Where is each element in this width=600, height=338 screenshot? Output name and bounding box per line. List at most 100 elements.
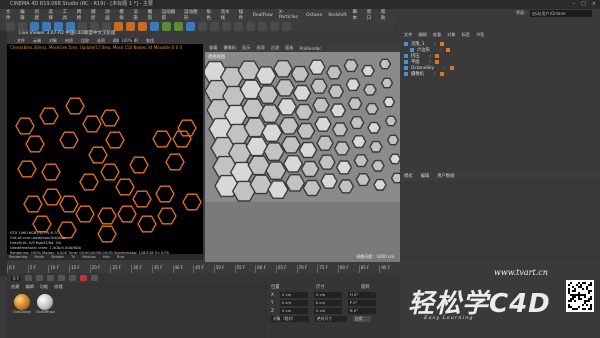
menu-item[interactable]: 工具 (63, 9, 71, 21)
perspective-viewport[interactable]: 透视视图 网格间距：1000 cm (205, 52, 400, 262)
axis-z-icon[interactable] (102, 21, 111, 31)
material-menu-item[interactable]: 创建 (11, 284, 19, 290)
redo-icon[interactable] (18, 21, 27, 31)
render-picture-icon[interactable] (126, 21, 135, 31)
object-menu-item[interactable]: 查看 (433, 32, 441, 38)
attributes-menu-item[interactable]: 用户数据 (437, 173, 454, 179)
coordinate-field-rot[interactable]: H 0° (347, 292, 376, 298)
live-viewer-tab[interactable]: Mode (34, 255, 44, 259)
current-frame[interactable]: 0 F (11, 275, 22, 281)
axis-x-icon[interactable] (78, 21, 87, 31)
menu-item[interactable]: 编辑 (20, 9, 28, 21)
timeline[interactable]: 0 F5 F 10 F 15 F 20 F 25 F 30 F 35 F 40 F 45 F 50… (7, 262, 400, 273)
visibility-check-icon[interactable]: ✓ (439, 48, 443, 53)
live-viewer-menu-item[interactable]: 选项 (97, 38, 105, 44)
goto-end-icon[interactable] (69, 275, 77, 281)
render-view-icon[interactable] (114, 21, 123, 31)
menu-item[interactable]: Redshift (328, 13, 346, 18)
menu-item[interactable]: 渲染 (133, 9, 141, 21)
live-viewer-canvas[interactable] (7, 44, 203, 260)
deformer-icon[interactable] (198, 21, 207, 31)
size-mode-select[interactable]: 绝对尺寸 (315, 316, 347, 322)
menu-item[interactable]: 帮助 (381, 9, 389, 21)
maximize-icon[interactable]: □ (581, 1, 586, 7)
play-icon[interactable] (47, 275, 55, 281)
live-viewer-tab[interactable]: Rendering (9, 255, 27, 259)
coordinate-field-size[interactable]: 0 cm (313, 308, 342, 314)
pen-icon[interactable] (162, 21, 171, 31)
menu-item[interactable]: 窗口 (367, 9, 375, 21)
menu-item[interactable]: 文件 (6, 9, 14, 21)
menu-item[interactable]: 模拟 (119, 9, 127, 21)
object-row[interactable]: 摄像机 ✓ (404, 71, 596, 77)
live-viewer-menu-item[interactable]: 文件 (17, 38, 25, 44)
scale-icon[interactable] (54, 21, 63, 31)
cube-icon[interactable] (150, 21, 159, 31)
menu-item[interactable]: 捕捉 (91, 9, 99, 21)
live-viewer-menu-item[interactable]: 材质 (65, 38, 73, 44)
menu-item[interactable]: 网格 (77, 9, 85, 21)
live-viewer-menu-item[interactable]: 查找 (146, 38, 154, 44)
live-viewer-menu-item[interactable]: 对象 (49, 38, 57, 44)
material-swatch[interactable]: OctDiffuse (36, 294, 55, 314)
object-menu-item[interactable]: 文件 (404, 32, 412, 38)
live-viewer-zoom[interactable]: 100% (119, 38, 135, 43)
move-icon[interactable] (42, 21, 51, 31)
realflow-icon[interactable] (258, 21, 267, 31)
octane-icon[interactable] (246, 21, 255, 31)
viewport-menu-item[interactable]: ProRender (300, 46, 322, 51)
visibility-check-icon[interactable]: ✓ (433, 42, 437, 47)
object-menu-item[interactable]: 编辑 (418, 32, 426, 38)
material-menu-item[interactable]: 编辑 (25, 284, 33, 290)
material-menu-item[interactable]: 纹理 (54, 284, 62, 290)
axis-y-icon[interactable] (90, 21, 99, 31)
coordinate-field-pos[interactable]: 0 cm (279, 300, 308, 306)
menu-item[interactable]: RealFlow (253, 13, 273, 18)
viewport-menu-item[interactable]: 面板 (285, 45, 293, 51)
live-viewer-menu-item[interactable]: 比较 (81, 38, 89, 44)
live-viewer-tab[interactable]: Rnd (117, 255, 124, 259)
coordinate-field-pos[interactable]: 0 cm (279, 308, 308, 314)
prev-frame-icon[interactable] (36, 275, 44, 281)
visibility-check-icon[interactable]: ✓ (429, 60, 433, 65)
menu-item[interactable]: 运动跟踪 (162, 9, 178, 21)
object-menu-item[interactable]: 对象 (447, 32, 455, 38)
menu-item[interactable]: 运动图形 (184, 9, 200, 21)
coordinate-field-size[interactable]: 0 cm (313, 292, 342, 298)
visibility-check-icon[interactable]: ✓ (429, 54, 433, 59)
camera-icon[interactable] (222, 21, 231, 31)
menu-item[interactable]: Octane (306, 13, 322, 18)
coordinate-mode-select[interactable]: 对象（相对） (271, 316, 309, 322)
floor-icon[interactable] (210, 21, 219, 31)
menu-item[interactable]: 选择 (48, 9, 56, 21)
subdivision-icon[interactable] (174, 21, 183, 31)
visibility-check-icon[interactable]: ✓ (443, 66, 447, 71)
light-icon[interactable] (234, 21, 243, 31)
next-frame-icon[interactable] (58, 275, 66, 281)
close-icon[interactable]: × (592, 1, 596, 7)
live-viewer-tab[interactable]: Tri (71, 255, 75, 259)
menu-item[interactable]: 雕刻 (148, 9, 156, 21)
coordinate-field-rot[interactable]: B 0° (347, 308, 376, 314)
rotate-icon[interactable] (66, 21, 75, 31)
material-swatch[interactable]: OctGlossy (13, 294, 31, 314)
viewport-menu-item[interactable]: 选项 (256, 45, 264, 51)
menu-item[interactable]: 流水线 (221, 9, 233, 21)
viewport-menu-item[interactable]: 查看 (209, 45, 217, 51)
apply-button[interactable]: 应用 (353, 316, 371, 322)
viewport-menu-item[interactable]: 摄像机 (223, 45, 236, 51)
coordinate-field-size[interactable]: 0 cm (313, 300, 342, 306)
live-viewer-tab[interactable]: Render (51, 255, 64, 259)
attributes-menu-item[interactable]: 模式 (404, 173, 413, 179)
minimize-icon[interactable]: – (573, 1, 576, 7)
menu-item[interactable]: 创建 (34, 9, 42, 21)
menu-item[interactable]: 动画 (105, 9, 113, 21)
cloner-icon[interactable] (186, 21, 195, 31)
menu-item[interactable]: 角色 (206, 9, 214, 21)
attributes-menu-item[interactable]: 编辑 (421, 173, 430, 179)
menu-item[interactable]: 脚本 (353, 9, 361, 21)
menu-item[interactable]: 插件 (239, 9, 247, 21)
xparticles-icon[interactable] (270, 21, 279, 31)
object-menu-item[interactable]: 标签 (462, 32, 470, 38)
coordinate-field-pos[interactable]: 0 cm (279, 292, 308, 298)
